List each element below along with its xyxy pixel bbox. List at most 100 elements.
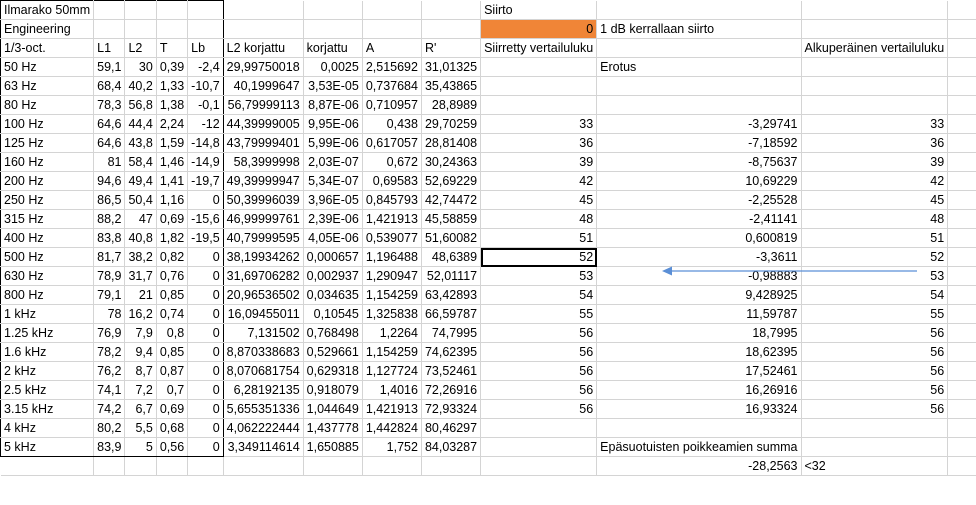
- cell[interactable]: 53: [480, 266, 598, 286]
- cell[interactable]: 0,000657: [303, 247, 363, 267]
- cell[interactable]: [947, 19, 976, 39]
- cell[interactable]: [223, 0, 304, 20]
- cell[interactable]: 72,93324: [421, 399, 482, 419]
- cell[interactable]: [947, 209, 976, 229]
- cell[interactable]: 21: [124, 285, 157, 305]
- cell[interactable]: [801, 418, 949, 438]
- cell[interactable]: [421, 456, 482, 476]
- cell[interactable]: 5,34E-07: [303, 171, 363, 191]
- cell[interactable]: 39: [480, 152, 598, 172]
- cell[interactable]: [947, 190, 976, 210]
- cell[interactable]: 33: [801, 114, 949, 134]
- cell[interactable]: 3.15 kHz: [0, 399, 95, 419]
- cell[interactable]: 49,4: [124, 171, 157, 191]
- cell[interactable]: 250 Hz: [0, 190, 95, 210]
- cell[interactable]: 0,7: [156, 380, 189, 400]
- cell[interactable]: 1,437778: [303, 418, 363, 438]
- cell[interactable]: 56: [801, 323, 949, 343]
- cell[interactable]: 4 kHz: [0, 418, 95, 438]
- cell[interactable]: 58,3999998: [223, 152, 304, 172]
- cell[interactable]: [947, 95, 976, 115]
- cell[interactable]: [480, 456, 598, 476]
- cell[interactable]: [480, 57, 598, 77]
- cell[interactable]: 68,4: [93, 76, 126, 96]
- cell[interactable]: 2,515692: [362, 57, 422, 77]
- cell[interactable]: 40,2: [124, 76, 157, 96]
- cell[interactable]: 5 kHz: [0, 437, 95, 457]
- cell[interactable]: 28,8989: [421, 95, 482, 115]
- cell[interactable]: 7,131502: [223, 323, 304, 343]
- cell[interactable]: 0: [187, 247, 224, 267]
- cell[interactable]: 1,59: [156, 133, 189, 153]
- cell[interactable]: 800 Hz: [0, 285, 95, 305]
- cell[interactable]: 43,79999401: [223, 133, 304, 153]
- cell[interactable]: [801, 57, 949, 77]
- cell[interactable]: [947, 399, 976, 419]
- cell[interactable]: 52,01117: [421, 266, 482, 286]
- cell[interactable]: 81: [93, 152, 126, 172]
- cell[interactable]: 0,617057: [362, 133, 422, 153]
- cell[interactable]: 3,349114614: [223, 437, 304, 457]
- cell[interactable]: 0,737684: [362, 76, 422, 96]
- cell[interactable]: 0,0025: [303, 57, 363, 77]
- cell[interactable]: 1,196488: [362, 247, 422, 267]
- cell[interactable]: 3,96E-05: [303, 190, 363, 210]
- cell[interactable]: 8,7: [124, 361, 157, 381]
- cell[interactable]: Siirretty vertailuluku: [480, 38, 598, 58]
- cell[interactable]: 0,8: [156, 323, 189, 343]
- cell[interactable]: 1,325838: [362, 304, 422, 324]
- cell[interactable]: 52: [480, 247, 598, 267]
- cell[interactable]: 38,2: [124, 247, 157, 267]
- cell[interactable]: 5,655351336: [223, 399, 304, 419]
- cell[interactable]: 10,69229: [596, 171, 802, 191]
- cell[interactable]: 30,24363: [421, 152, 482, 172]
- cell[interactable]: 0,85: [156, 342, 189, 362]
- cell[interactable]: 16,2: [124, 304, 157, 324]
- cell[interactable]: 80,46297: [421, 418, 482, 438]
- cell[interactable]: 64,6: [93, 133, 126, 153]
- cell[interactable]: 56,8: [124, 95, 157, 115]
- cell[interactable]: 100 Hz: [0, 114, 95, 134]
- cell[interactable]: 35,43865: [421, 76, 482, 96]
- cell[interactable]: [421, 19, 482, 39]
- cell[interactable]: 0,87: [156, 361, 189, 381]
- cell[interactable]: 0: [187, 361, 224, 381]
- cell[interactable]: 59,1: [93, 57, 126, 77]
- cell[interactable]: 1,154259: [362, 342, 422, 362]
- cell[interactable]: 1,127724: [362, 361, 422, 381]
- cell[interactable]: 1 kHz: [0, 304, 95, 324]
- cell[interactable]: [947, 456, 976, 476]
- cell[interactable]: [362, 19, 422, 39]
- cell[interactable]: 0,034635: [303, 285, 363, 305]
- cell[interactable]: 4,062222444: [223, 418, 304, 438]
- cell[interactable]: 0: [187, 285, 224, 305]
- cell[interactable]: -0,98883: [596, 266, 802, 286]
- cell[interactable]: [480, 95, 598, 115]
- cell[interactable]: Lb: [187, 38, 224, 58]
- cell[interactable]: 0: [187, 418, 224, 438]
- cell[interactable]: Siirto: [480, 0, 598, 20]
- cell[interactable]: 1,16: [156, 190, 189, 210]
- cell[interactable]: [362, 456, 422, 476]
- cell[interactable]: 0,529661: [303, 342, 363, 362]
- cell[interactable]: 16,93324: [596, 399, 802, 419]
- cell[interactable]: [187, 19, 224, 39]
- cell[interactable]: [187, 456, 224, 476]
- cell[interactable]: [596, 0, 802, 20]
- cell[interactable]: 1,650885: [303, 437, 363, 457]
- cell[interactable]: [156, 19, 189, 39]
- cell[interactable]: 0,10545: [303, 304, 363, 324]
- cell[interactable]: 56: [480, 342, 598, 362]
- cell[interactable]: 20,96536502: [223, 285, 304, 305]
- cell[interactable]: 29,70259: [421, 114, 482, 134]
- cell[interactable]: 0,68: [156, 418, 189, 438]
- cell[interactable]: [303, 0, 363, 20]
- cell[interactable]: 5: [124, 437, 157, 457]
- cell[interactable]: 1,2264: [362, 323, 422, 343]
- cell[interactable]: 52: [801, 247, 949, 267]
- cell[interactable]: 6,28192135: [223, 380, 304, 400]
- cell[interactable]: [947, 304, 976, 324]
- cell[interactable]: 2,39E-06: [303, 209, 363, 229]
- cell[interactable]: 7,2: [124, 380, 157, 400]
- cell[interactable]: [947, 171, 976, 191]
